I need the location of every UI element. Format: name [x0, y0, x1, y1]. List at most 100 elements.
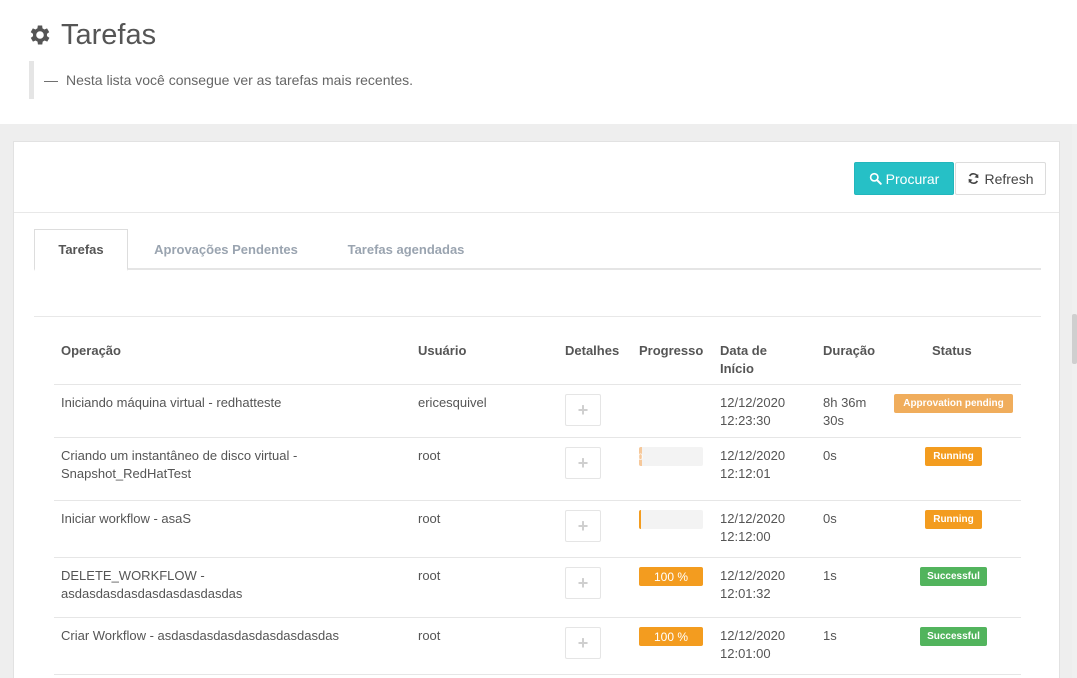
search-button[interactable]: Procurar — [854, 162, 954, 195]
row-user: root — [418, 511, 441, 526]
refresh-icon — [969, 173, 979, 184]
details-button[interactable]: + — [565, 510, 601, 542]
column-header-status[interactable]: Status — [932, 342, 972, 360]
operation-text: Iniciando máquina virtual - redhatteste — [61, 395, 282, 410]
progress-bar: 100 % — [639, 627, 703, 646]
duration-text: 0s — [823, 511, 837, 526]
page-title-text: Tarefas — [61, 19, 157, 51]
operation-text: Criar Workflow - asdasdasdasdasdasdasdas… — [61, 628, 339, 643]
plus-icon: + — [577, 573, 589, 593]
row-user: root — [418, 568, 441, 583]
subtitle-dash: — — [44, 72, 58, 88]
search-icon — [869, 172, 882, 185]
time-text: 12:23:30 — [720, 413, 771, 428]
column-header-duration[interactable]: Duração — [823, 342, 875, 360]
row-duration: 1s — [823, 567, 837, 585]
page-title: Tarefas — [27, 18, 156, 52]
row-start-date: 12/12/2020 12:23:30 — [720, 394, 785, 430]
row-duration: 0s — [823, 447, 837, 465]
row-operation: Iniciar workflow - asaS — [61, 510, 191, 528]
progress-fill: 100 % — [639, 627, 703, 646]
tab-label: Tarefas — [58, 242, 104, 257]
progress-fill: 0 — [639, 447, 643, 466]
page-subtitle: — Nesta lista você consegue ver as taref… — [29, 61, 413, 99]
details-button[interactable]: + — [565, 627, 601, 659]
row-duration: 0s — [823, 510, 837, 528]
row-operation: Criando um instantâneo de disco virtual … — [61, 447, 297, 483]
column-header-operation[interactable]: Operação — [61, 342, 121, 360]
plus-icon: + — [577, 633, 589, 653]
page-header: Tarefas — Nesta lista você consegue ver … — [0, 0, 1077, 124]
operation-text: asdasdasdasdasdasdasdasdas — [61, 586, 243, 601]
duration-text: 0s — [823, 448, 837, 463]
row-start-date: 12/12/2020 12:12:00 — [720, 510, 785, 546]
row-duration: 8h 36m 30s — [823, 394, 866, 430]
plus-icon: + — [577, 516, 589, 536]
duration-text: 1s — [823, 568, 837, 583]
date-text: 12/12/2020 — [720, 628, 786, 643]
date-text: 12/12/2020 — [720, 511, 786, 526]
progress-bar — [639, 510, 703, 529]
row-divider — [54, 617, 1021, 618]
details-button[interactable]: + — [565, 567, 601, 599]
status-badge: Running — [925, 510, 982, 529]
plus-icon: + — [577, 453, 589, 473]
details-button[interactable]: + — [565, 394, 601, 426]
header-line: Data de — [720, 343, 767, 358]
time-text: 12:01:00 — [720, 646, 771, 661]
duration-text: 1s — [823, 628, 837, 643]
status-badge: Approvation pending — [894, 394, 1013, 413]
row-divider — [54, 384, 1021, 385]
row-divider — [54, 674, 1021, 675]
time-text: 12:12:00 — [720, 529, 771, 544]
refresh-button-label: Refresh — [984, 170, 1034, 187]
status-badge: Running — [925, 447, 982, 466]
tab-label: Aprovações Pendentes — [154, 241, 298, 257]
scrollbar-thumb[interactable] — [1072, 314, 1077, 364]
tab-tarefas-agendadas[interactable]: Tarefas agendadas — [334, 229, 478, 269]
progress-bar: 0 — [639, 447, 703, 466]
tab-label: Tarefas agendadas — [347, 241, 465, 257]
page-scrollbar[interactable] — [1072, 124, 1077, 678]
operation-text: Iniciar workflow - asaS — [61, 511, 192, 526]
details-button[interactable]: + — [565, 447, 601, 479]
header-line: Início — [720, 361, 754, 376]
row-user: root — [418, 628, 441, 643]
tasks-panel: Procurar Refresh Tarefas Aprovações Pend… — [13, 141, 1060, 678]
time-text: 12:12:01 — [720, 466, 771, 481]
operation-text: DELETE_WORKFLOW - — [61, 568, 205, 583]
search-button-label: Procurar — [885, 170, 940, 187]
column-header-start-date[interactable]: Data de Início — [720, 342, 767, 378]
gear-icon — [30, 25, 50, 45]
row-user: ericesquivel — [418, 395, 487, 410]
column-header-progress[interactable]: Progresso — [639, 342, 703, 360]
time-text: 12:01:32 — [720, 586, 771, 601]
column-header-user[interactable]: Usuário — [418, 342, 466, 360]
operation-text: Criando um instantâneo de disco virtual … — [61, 448, 298, 463]
row-start-date: 12/12/2020 12:12:01 — [720, 447, 785, 483]
column-header-details: Detalhes — [565, 343, 620, 358]
row-user: root — [418, 448, 441, 463]
tab-tarefas[interactable]: Tarefas — [34, 229, 128, 271]
progress-fill — [639, 510, 641, 529]
date-text: 12/12/2020 — [720, 395, 786, 410]
tab-aprovacoes-pendentes[interactable]: Aprovações Pendentes — [144, 229, 308, 269]
row-divider — [54, 557, 1021, 558]
row-divider — [54, 500, 1021, 501]
duration-text: 8h 36m — [823, 395, 867, 410]
tab-bar: Tarefas Aprovações Pendentes Tarefas age… — [34, 229, 1041, 271]
progress-bar: 100 % — [639, 567, 703, 586]
plus-icon: + — [577, 400, 589, 420]
operation-text: Snapshot_RedHatTest — [61, 466, 192, 481]
subtitle-text: Nesta lista você consegue ver as tarefas… — [66, 72, 414, 88]
refresh-button[interactable]: Refresh — [955, 162, 1046, 195]
status-badge: Successful — [920, 627, 987, 646]
date-text: 12/12/2020 — [720, 568, 786, 583]
row-operation: DELETE_WORKFLOW - asdasdasdasdasdasdasda… — [61, 567, 242, 603]
row-operation: Criar Workflow - asdasdasdasdasdasdasdas… — [61, 627, 339, 645]
date-text: 12/12/2020 — [720, 448, 786, 463]
table-divider — [34, 316, 1041, 317]
status-badge: Successful — [920, 567, 987, 586]
row-start-date: 12/12/2020 12:01:32 — [720, 567, 785, 603]
panel-toolbar: Procurar Refresh — [14, 142, 1059, 213]
